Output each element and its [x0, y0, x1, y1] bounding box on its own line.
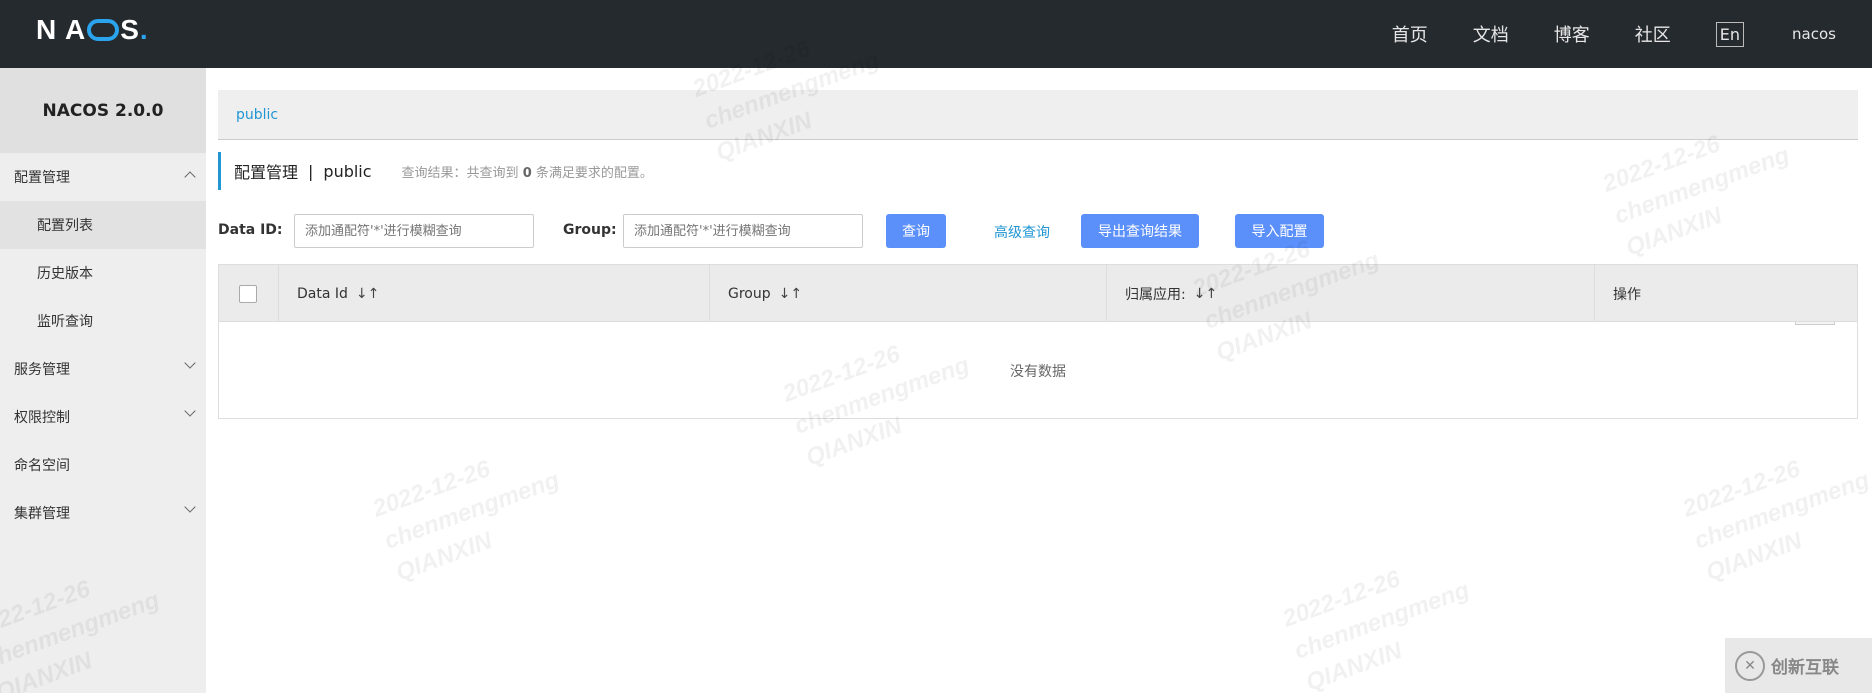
sidebar-item-label: 配置管理 — [14, 170, 70, 186]
empty-table-body: 没有数据 — [219, 322, 1857, 419]
export-results-button[interactable]: 导出查询结果 — [1081, 214, 1199, 248]
sidebar-item-history[interactable]: 历史版本 — [0, 249, 206, 297]
nav-docs[interactable]: 文档 — [1473, 21, 1509, 47]
logo-o-icon — [87, 19, 120, 41]
data-id-input[interactable] — [294, 214, 534, 248]
sidebar-item-config-management[interactable]: 配置管理 — [0, 153, 206, 201]
import-config-button[interactable]: 导入配置 — [1235, 214, 1324, 248]
main-content: public 配置管理 | public 查询结果：共查询到 0 条满足要求的配… — [206, 68, 1872, 693]
sidebar-item-access-control[interactable]: 权限控制 — [0, 393, 206, 441]
language-toggle[interactable]: En — [1715, 21, 1745, 47]
sidebar-item-label: 集群管理 — [14, 506, 70, 522]
sidebar-item-label: 历史版本 — [37, 266, 93, 282]
sort-icon[interactable]: ↓↑ — [779, 286, 802, 302]
query-button[interactable]: 查询 — [886, 214, 946, 248]
sidebar-item-cluster-management[interactable]: 集群管理 — [0, 489, 206, 537]
version-label: NACOS 2.0.0 — [0, 68, 206, 153]
sidebar-item-namespace[interactable]: 命名空间 — [0, 441, 206, 489]
column-app[interactable]: 归属应用: ↓↑ — [1107, 265, 1595, 322]
sidebar-item-listener-query[interactable]: 监听查询 — [0, 297, 206, 345]
sidebar-item-label: 配置列表 — [37, 218, 93, 234]
top-navbar: N A S. 首页 文档 博客 社区 En nacos — [0, 0, 1872, 68]
user-menu[interactable]: nacos — [1792, 25, 1836, 43]
group-label: Group: — [563, 222, 617, 238]
brand-badge: ✕ 创新互联 — [1725, 638, 1872, 693]
group-input[interactable] — [623, 214, 863, 248]
page-title: 配置管理 — [234, 163, 299, 182]
nacos-logo[interactable]: N A S. — [36, 14, 149, 46]
page-title-namespace: public — [323, 161, 372, 181]
chevron-down-icon — [184, 405, 196, 417]
column-data-id[interactable]: Data Id ↓↑ — [279, 265, 710, 322]
nav-home[interactable]: 首页 — [1392, 21, 1428, 47]
sort-icon[interactable]: ↓↑ — [356, 286, 379, 302]
sidebar-item-label: 权限控制 — [14, 410, 70, 426]
data-id-label: Data ID: — [218, 222, 283, 238]
table-header: Data Id ↓↑ Group ↓↑ 归属应用: ↓↑ 操作 — [219, 265, 1857, 322]
column-group[interactable]: Group ↓↑ — [710, 265, 1107, 322]
nav-community[interactable]: 社区 — [1635, 21, 1671, 47]
select-all-checkbox[interactable] — [239, 284, 257, 303]
query-result-summary: 查询结果：共查询到 0 条满足要求的配置。 — [401, 165, 653, 181]
chevron-down-icon — [184, 357, 196, 369]
advanced-query-link[interactable]: 高级查询 — [994, 222, 1050, 242]
chevron-down-icon — [184, 501, 196, 513]
namespace-tab-public[interactable]: public — [236, 107, 278, 123]
empty-state-text: 没有数据 — [1010, 363, 1066, 380]
search-form: Data ID: Group: 查询 高级查询 导出查询结果 导入配置 — [218, 214, 1858, 248]
sidebar-item-label: 服务管理 — [14, 362, 70, 378]
sidebar-item-config-list[interactable]: 配置列表 — [0, 201, 206, 249]
nav-blog[interactable]: 博客 — [1554, 21, 1590, 47]
brand-logo-icon: ✕ — [1735, 650, 1765, 681]
config-table: Data Id ↓↑ Group ↓↑ 归属应用: ↓↑ 操作 没有数据 — [218, 264, 1858, 419]
chevron-up-icon — [184, 171, 196, 183]
column-actions: 操作 — [1613, 286, 1641, 303]
sidebar-item-label: 命名空间 — [14, 458, 70, 474]
select-all-cell — [219, 265, 279, 322]
result-count: 0 — [522, 165, 532, 181]
sidebar-item-label: 监听查询 — [37, 314, 93, 330]
namespace-bar: public — [218, 90, 1858, 140]
title-separator: | — [308, 161, 314, 181]
top-nav: 首页 文档 博客 社区 En nacos — [1392, 0, 1872, 68]
brand-text: 创新互联 — [1771, 658, 1839, 678]
sort-icon[interactable]: ↓↑ — [1194, 286, 1217, 302]
sidebar: NACOS 2.0.0 配置管理 配置列表 历史版本 监听查询 服务管理 权限控… — [0, 68, 206, 693]
sidebar-item-service-management[interactable]: 服务管理 — [0, 345, 206, 393]
page-title-row: 配置管理 | public 查询结果：共查询到 0 条满足要求的配置。 — [218, 152, 653, 190]
